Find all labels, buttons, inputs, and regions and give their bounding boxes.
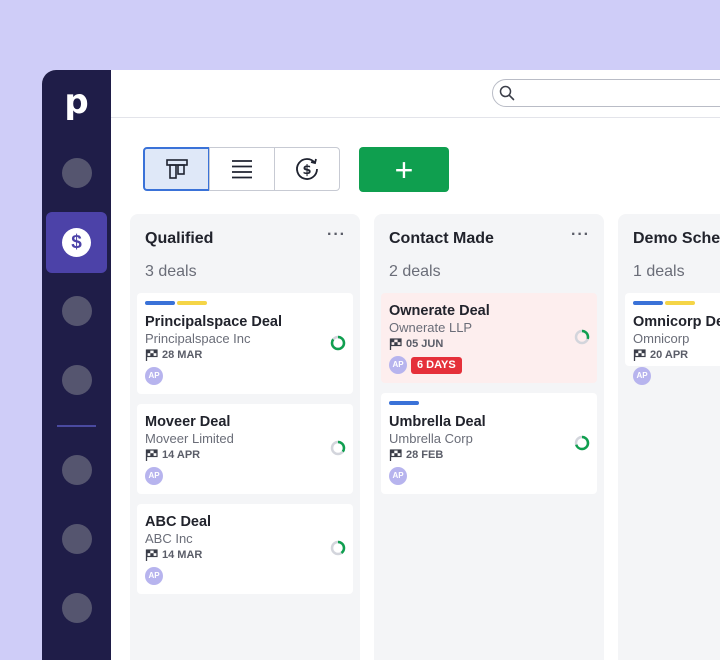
search-input[interactable] [492, 79, 720, 107]
pipeline-view-button[interactable] [143, 147, 210, 191]
pipeline-column: Contact Made ··· 2 deals Ownerate Deal O… [374, 214, 604, 660]
avatar[interactable]: AP [145, 467, 163, 485]
flag-icon [145, 349, 158, 361]
flag-icon [145, 449, 158, 461]
avatar[interactable]: AP [633, 367, 651, 385]
column-deal-count: 2 deals [389, 263, 441, 280]
list-view-button[interactable] [209, 147, 275, 191]
column-title: Contact Made [389, 230, 494, 247]
deal-card[interactable]: ABC Deal ABC Inc 14 MAR AP [137, 504, 353, 594]
forecast-view-icon: $ [296, 158, 318, 180]
deal-close-date: 28 FEB [389, 449, 443, 461]
deal-close-date: 14 APR [145, 449, 200, 461]
deal-date-text: 28 MAR [162, 349, 203, 361]
pipeline-column: Qualified ··· 3 deals Principalspace Dea… [130, 214, 360, 660]
forecast-view-button[interactable]: $ [274, 147, 340, 191]
flag-icon [145, 549, 158, 561]
deal-organization: Umbrella Corp [389, 431, 473, 446]
deal-title: Omnicorp Deal [633, 314, 720, 330]
topbar [111, 70, 720, 118]
sidebar-item-3[interactable] [62, 296, 92, 326]
flag-icon [389, 449, 402, 461]
deal-card[interactable]: Ownerate Deal Ownerate LLP 05 JUN AP 6 D… [381, 293, 597, 383]
column-title: Qualified [145, 230, 214, 247]
flag-icon [389, 338, 402, 350]
label-blue [633, 301, 663, 305]
sidebar-item-deals[interactable]: $ [46, 212, 107, 273]
deal-progress-icon [574, 435, 590, 451]
app-window: p $ $ + Qualified ··· 3 deals Principals… [42, 70, 720, 660]
deal-date-text: 14 MAR [162, 549, 203, 561]
deal-title: Principalspace Deal [145, 314, 283, 330]
sidebar-item-4[interactable] [62, 365, 92, 395]
deal-card[interactable]: Moveer Deal Moveer Limited 14 APR AP [137, 404, 353, 494]
deal-organization: Omnicorp [633, 331, 690, 346]
column-deal-count: 3 deals [145, 263, 197, 280]
label-yellow [177, 301, 207, 305]
deal-progress-icon [330, 440, 346, 456]
deal-organization: Principalspace Inc [145, 331, 251, 346]
deal-card[interactable]: Umbrella Deal Umbrella Corp 28 FEB AP [381, 393, 597, 494]
deal-organization: Moveer Limited [145, 431, 234, 446]
avatar[interactable]: AP [389, 356, 407, 374]
pipedrive-logo[interactable]: p [42, 84, 111, 120]
pipeline-view-icon [165, 159, 188, 179]
deal-progress-icon [574, 329, 590, 345]
deal-labels [145, 301, 207, 305]
label-blue [145, 301, 175, 305]
avatar[interactable]: AP [389, 467, 407, 485]
sidebar-item-1[interactable] [62, 158, 92, 188]
deal-organization: ABC Inc [145, 531, 193, 546]
sidebar-item-5[interactable] [62, 455, 92, 485]
deal-close-date: 28 MAR [145, 349, 202, 361]
deal-organization: Ownerate LLP [389, 320, 473, 335]
deal-labels [633, 301, 695, 305]
svg-text:$: $ [302, 163, 311, 178]
column-more-icon[interactable]: ··· [327, 226, 346, 244]
label-blue [389, 401, 419, 405]
deal-close-date: 14 MAR [145, 549, 202, 561]
sidebar-divider [57, 425, 96, 427]
sidebar-item-6[interactable] [62, 524, 92, 554]
deal-progress-icon [330, 540, 346, 556]
deal-title: Ownerate Deal [389, 303, 490, 319]
deal-title: ABC Deal [145, 514, 212, 530]
rotting-badge: 6 DAYS [411, 357, 462, 374]
deal-title: Umbrella Deal [389, 414, 486, 430]
deal-date-text: 05 JUN [406, 338, 444, 350]
deal-title: Moveer Deal [145, 414, 231, 430]
column-more-icon[interactable]: ··· [571, 226, 590, 244]
deal-labels [389, 401, 419, 405]
column-deal-count: 1 deals [633, 263, 685, 280]
deal-close-date: 20 APR [633, 349, 688, 361]
dollar-icon: $ [62, 228, 91, 257]
deal-close-date: 05 JUN [389, 338, 443, 350]
pipeline-column: Demo Scheduled 1 deals Omnicorp Deal Omn… [618, 214, 720, 660]
deal-progress-icon [330, 335, 346, 351]
sidebar-item-7[interactable] [62, 593, 92, 623]
label-yellow [665, 301, 695, 305]
sidebar: p $ [42, 70, 111, 660]
flag-icon [633, 349, 646, 361]
list-view-icon [232, 160, 252, 179]
avatar[interactable]: AP [145, 367, 163, 385]
deal-date-text: 28 FEB [406, 449, 444, 461]
add-deal-button[interactable]: + [359, 147, 449, 192]
deal-card[interactable]: Omnicorp Deal Omnicorp 20 APR AP [625, 293, 720, 385]
deal-card[interactable]: Principalspace Deal Principalspace Inc 2… [137, 293, 353, 394]
column-title: Demo Scheduled [633, 230, 720, 247]
deal-date-text: 20 APR [650, 349, 689, 361]
deal-date-text: 14 APR [162, 449, 201, 461]
search-icon [499, 85, 515, 101]
avatar[interactable]: AP [145, 567, 163, 585]
